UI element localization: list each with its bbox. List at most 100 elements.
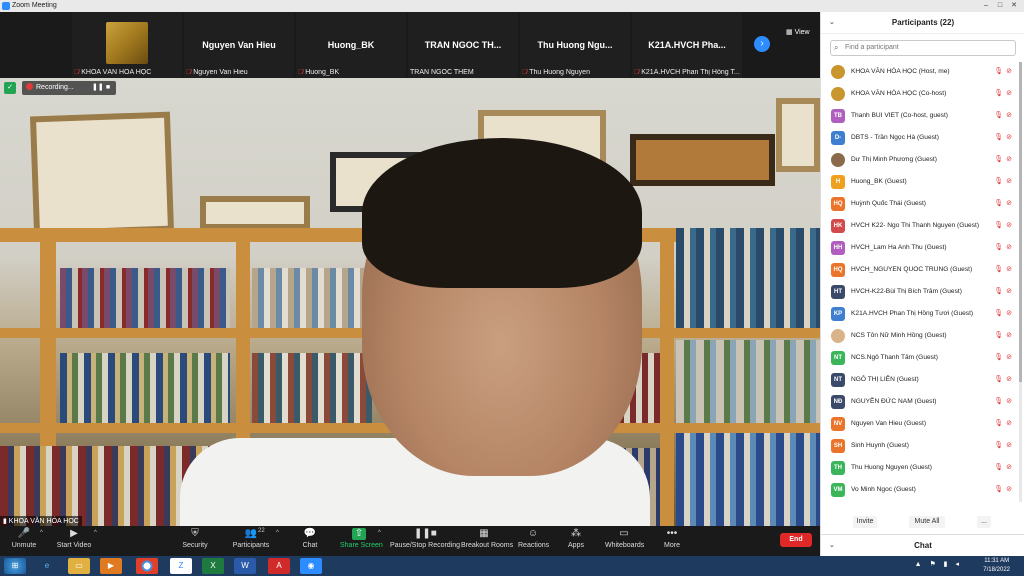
muted-mic-icon[interactable]: 🎙	[994, 134, 1006, 141]
chat-panel-header[interactable]: ⌄ Chat	[821, 534, 1024, 556]
participant-status-icons: 🎙⊘	[994, 348, 1015, 368]
participant-row[interactable]: HK HVCH K22- Ngo Thi Thanh Nguyen (Guest)…	[821, 216, 1024, 236]
participant-search-input[interactable]: ⌕ Find a participant	[830, 40, 1016, 56]
breakout-rooms-button[interactable]: ▦ Breakout Rooms	[461, 528, 513, 549]
apps-button[interactable]: ⁂ Apps	[566, 528, 586, 549]
muted-mic-icon[interactable]: 🎙	[994, 376, 1006, 383]
muted-mic-icon[interactable]: 🎙	[994, 464, 1006, 471]
video-thumbnail[interactable]: Nguyen Van Hieu 🎙̸ Nguyen Van Hieu	[184, 12, 294, 78]
participant-row[interactable]: Dư Thị Minh Phương (Guest) 🎙⊘	[821, 150, 1024, 170]
muted-mic-icon[interactable]: 🎙	[994, 398, 1006, 405]
participant-row[interactable]: HQ HVCH_NGUYEN QUOC TRUNG (Guest) 🎙⊘	[821, 260, 1024, 280]
caret-up-icon[interactable]: ^	[40, 530, 43, 536]
muted-mic-icon[interactable]: 🎙	[994, 288, 1006, 295]
mute-all-button[interactable]: Mute All	[909, 516, 945, 528]
participant-row[interactable]: D- DBTS - Trần Ngọc Hà (Guest) 🎙⊘	[821, 128, 1024, 148]
participant-row[interactable]: VM Vo Minh Ngoc (Guest) 🎙⊘	[821, 480, 1024, 500]
minimize-button[interactable]: –	[980, 1, 992, 10]
file-explorer-icon[interactable]: ▭	[68, 558, 90, 574]
word-icon[interactable]: W	[234, 558, 256, 574]
muted-mic-icon[interactable]: 🎙	[994, 332, 1006, 339]
participant-row[interactable]: H Huong_BK (Guest) 🎙⊘	[821, 172, 1024, 192]
zoom-taskbar-icon[interactable]: ◉	[300, 558, 322, 574]
participant-row[interactable]: NT NCS.Ngô Thanh Tâm (Guest) 🎙⊘	[821, 348, 1024, 368]
participant-row[interactable]: HT HVCH-K22-Bùi Thị Bích Trâm (Guest) 🎙⊘	[821, 282, 1024, 302]
taskbar-clock[interactable]: 11:31 AM 7/18/2022	[983, 557, 1010, 575]
muted-mic-icon[interactable]: 🎙	[994, 112, 1006, 119]
caret-up-icon[interactable]: ^	[94, 530, 97, 536]
participant-list: KHOA VĂN HÓA HỌC (Host, me) 🎙⊘ KHOA VĂN HÓ…	[821, 62, 1024, 512]
video-off-icon: ⊘	[1006, 178, 1015, 185]
muted-mic-icon[interactable]: 🎙	[994, 310, 1006, 317]
video-thumbnail[interactable]: Huong_BK 🎙̸ Huong_BK	[296, 12, 406, 78]
caret-up-icon[interactable]: ^	[378, 530, 381, 536]
chat-button[interactable]: 💬 Chat	[298, 528, 322, 549]
close-button[interactable]: ✕	[1008, 1, 1020, 10]
participant-row[interactable]: NT NGÔ THỊ LIÊN (Guest) 🎙⊘	[821, 370, 1024, 390]
participant-row[interactable]: SH Sinh Huynh (Guest) 🎙⊘	[821, 436, 1024, 456]
participant-name: Thanh BUI VIET (Co-host, guest)	[851, 112, 948, 119]
muted-mic-icon[interactable]: 🎙	[994, 222, 1006, 229]
invite-button[interactable]: Invite	[853, 516, 877, 528]
video-thumbnail[interactable]: TRAN NGOC TH... TRAN NGOC THEM	[408, 12, 518, 78]
muted-mic-icon[interactable]: 🎙	[994, 266, 1006, 273]
system-tray[interactable]: ▲ ⚑ ▮ ◂	[915, 560, 962, 568]
muted-mic-icon[interactable]: 🎙	[994, 90, 1006, 97]
participant-row[interactable]: KHOA VĂN HÓA HỌC (Host, me) 🎙⊘	[821, 62, 1024, 82]
chevron-down-icon[interactable]: ⌄	[829, 12, 835, 34]
stop-recording-icon[interactable]: ■	[104, 84, 112, 92]
scrollbar-thumb[interactable]	[1019, 62, 1022, 382]
video-thumbnail[interactable]: K21A.HVCH Pha... 🎙̸ K21A.HVCH Phan Thị Hồ…	[632, 12, 742, 78]
start-video-button[interactable]: ▶ Start Video	[56, 528, 92, 549]
participant-row[interactable]: HH HVCH_Lam Ha Anh Thu (Guest) 🎙⊘	[821, 238, 1024, 258]
participant-row[interactable]: TH Thu Huong Nguyen (Guest) 🎙⊘	[821, 458, 1024, 478]
pause-recording-icon[interactable]: ❚❚	[92, 84, 104, 92]
reactions-button[interactable]: ☺ Reactions	[518, 528, 549, 549]
chrome-icon[interactable]	[136, 558, 158, 574]
participant-row[interactable]: NCS Tôn Nữ Minh Hồng (Guest) 🎙⊘	[821, 326, 1024, 346]
participant-status-icons: 🎙⊘	[994, 370, 1015, 390]
caret-up-icon[interactable]: ^	[276, 530, 279, 536]
shield-icon[interactable]: ✓	[4, 82, 16, 94]
end-meeting-button[interactable]: End	[780, 533, 812, 547]
participant-row[interactable]: NV Nguyen Van Hieu (Guest) 🎙⊘	[821, 414, 1024, 434]
muted-mic-icon[interactable]: 🎙	[994, 420, 1006, 427]
muted-mic-icon[interactable]: 🎙	[994, 442, 1006, 449]
share-screen-button[interactable]: ⇧ Share Screen	[340, 528, 383, 549]
excel-icon[interactable]: X	[202, 558, 224, 574]
next-page-icon[interactable]: ›	[754, 36, 770, 52]
security-button[interactable]: ⛨ Security	[180, 528, 210, 549]
muted-mic-icon[interactable]: 🎙	[994, 244, 1006, 251]
acrobat-icon[interactable]: A	[268, 558, 290, 574]
muted-mic-icon[interactable]: 🎙	[994, 178, 1006, 185]
media-player-icon[interactable]: ▶	[100, 558, 122, 574]
muted-mic-icon[interactable]: 🎙	[994, 68, 1006, 75]
participant-avatar	[831, 329, 845, 343]
unmute-button[interactable]: 🎤 Unmute	[10, 528, 38, 549]
maximize-button[interactable]: □	[994, 1, 1006, 10]
participant-row[interactable]: KP K21A.HVCH Phan Thị Hồng Tươi (Guest) 🎙⊘	[821, 304, 1024, 324]
zalo-icon[interactable]: Z	[170, 558, 192, 574]
video-thumbnail[interactable]: 🎙̸ KHOA VĂN HÓA HỌC	[72, 12, 182, 78]
books	[676, 228, 820, 328]
pause-stop-icon: ❚❚■	[414, 528, 437, 539]
video-thumbnail[interactable]: Thu Huong Ngu... 🎙̸ Thu Huong Nguyen	[520, 12, 630, 78]
muted-mic-icon[interactable]: 🎙	[994, 486, 1006, 493]
muted-mic-icon[interactable]: 🎙	[994, 354, 1006, 361]
chevron-down-icon[interactable]: ⌄	[829, 535, 835, 557]
internet-explorer-icon[interactable]: e	[36, 558, 58, 574]
start-button[interactable]: ⊞	[4, 558, 26, 574]
participant-row[interactable]: NĐ NGUYỄN ĐỨC NAM (Guest) 🎙⊘	[821, 392, 1024, 412]
participant-row[interactable]: TB Thanh BUI VIET (Co-host, guest) 🎙⊘	[821, 106, 1024, 126]
participant-row[interactable]: KHOA VĂN HÓA HỌC (Co-host) 🎙⊘	[821, 84, 1024, 104]
participant-list-scrollbar[interactable]	[1019, 62, 1022, 502]
more-options-button[interactable]: ...	[977, 516, 991, 528]
more-button[interactable]: ••• More	[662, 528, 682, 549]
video-off-icon: ⊘	[1006, 420, 1015, 427]
pause-stop-recording-button[interactable]: ❚❚■ Pause/Stop Recording	[390, 528, 460, 549]
whiteboards-button[interactable]: ▭ Whiteboards	[605, 528, 644, 549]
muted-mic-icon[interactable]: 🎙	[994, 200, 1006, 207]
participant-row[interactable]: HQ Huỳnh Quốc Thái (Guest) 🎙⊘	[821, 194, 1024, 214]
muted-mic-icon[interactable]: 🎙	[994, 156, 1006, 163]
view-button[interactable]: ▦ View	[786, 28, 810, 36]
